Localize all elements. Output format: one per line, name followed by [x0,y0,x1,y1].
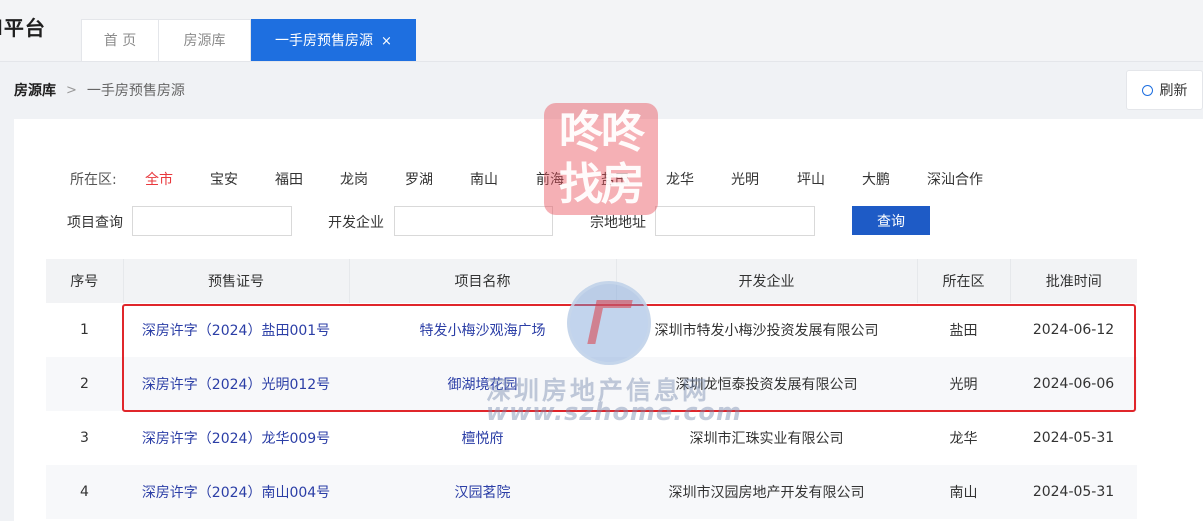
row-cert-link[interactable]: 深房许字（2024）盐田001号 [123,303,349,357]
chevron-right-icon: > [66,82,77,98]
row-cert-link[interactable]: 深房许字（2024）龙华009号 [123,411,349,465]
row-date: 2024-06-06 [1010,357,1137,411]
district-option-shenshan[interactable]: 深汕合作 [927,169,983,189]
watermark-logo-line1: 咚咚 [559,107,645,158]
header-no: 序号 [46,259,124,303]
project-query-input[interactable] [132,206,292,236]
district-option-luohu[interactable]: 罗湖 [405,169,433,189]
district-option-futian[interactable]: 福田 [275,169,303,189]
district-option-guangming[interactable]: 光明 [731,169,759,189]
tab-listing-library[interactable]: 房源库 [158,19,251,61]
row-project-link[interactable]: 汉园茗院 [349,465,616,519]
address-input[interactable] [655,206,815,236]
row-district: 光明 [917,357,1010,411]
tab-label: 一手房预售房源 [275,33,374,49]
project-query-label: 项目查询 [67,215,123,231]
row-developer: 深圳市特发小梅沙投资发展有限公司 [654,323,879,339]
district-option-pingshan[interactable]: 坪山 [797,169,825,189]
district-option-longgang[interactable]: 龙岗 [340,169,368,189]
row-developer: 深圳市汉园房地产开发有限公司 [616,465,917,519]
row-date: 2024-05-31 [1032,430,1115,446]
refresh-label: 刷新 [1159,83,1188,99]
district-label: 所在区: [70,172,117,188]
developer-input[interactable] [394,206,553,236]
tab-presale-listings[interactable]: 一手房预售房源 × [251,19,416,61]
watermark-logo: 咚咚 找房 [544,103,658,215]
district-option-baoan[interactable]: 宝安 [210,169,238,189]
watermark-logo-line2: 找房 [559,159,645,210]
header-cert: 预售证号 [123,259,350,303]
address-label: 宗地地址 [590,215,646,231]
header-developer: 开发企业 [616,259,918,303]
refresh-button[interactable]: 刷新 [1126,70,1203,110]
row-no: 4 [46,465,123,519]
row-district: 龙华 [949,431,978,447]
breadcrumb-root[interactable]: 房源库 [14,80,56,100]
top-bar: l平台 首 页 房源库 一手房预售房源 × [0,0,1203,62]
district-option-longhua[interactable]: 龙华 [666,169,694,189]
row-no: 2 [46,357,123,411]
row-district: 盐田 [949,323,978,339]
tab-home[interactable]: 首 页 [81,19,159,61]
breadcrumb: 房源库 > 一手房预售房源 [14,80,185,100]
header-district: 所在区 [917,259,1011,303]
row-cert-link[interactable]: 深房许字（2024）光明012号 [123,357,349,411]
header-date: 批准时间 [1010,259,1137,303]
row-date: 2024-05-31 [1010,465,1137,519]
district-option-dapeng[interactable]: 大鹏 [862,169,890,189]
refresh-icon [1141,84,1153,96]
app-title: l平台 [0,16,46,40]
row-cert-link[interactable]: 深房许字（2024）南山004号 [123,465,349,519]
row-district: 南山 [917,465,1010,519]
table-row[interactable]: 4 深房许字（2024）南山004号 汉园茗院 深圳市汉园房地产开发有限公司 南… [46,465,1137,519]
row-no: 1 [80,322,89,338]
row-date: 2024-06-12 [1032,322,1115,338]
close-icon[interactable]: × [381,34,392,49]
breadcrumb-current: 一手房预售房源 [86,83,185,99]
row-no: 3 [80,430,89,446]
developer-label: 开发企业 [328,215,384,231]
search-button[interactable]: 查询 [852,206,930,235]
district-option-nanshan[interactable]: 南山 [470,169,498,189]
district-option-all[interactable]: 全市 [145,169,173,189]
watermark-emblem-icon [567,281,651,365]
watermark-url: www.szhome.com [486,398,743,426]
